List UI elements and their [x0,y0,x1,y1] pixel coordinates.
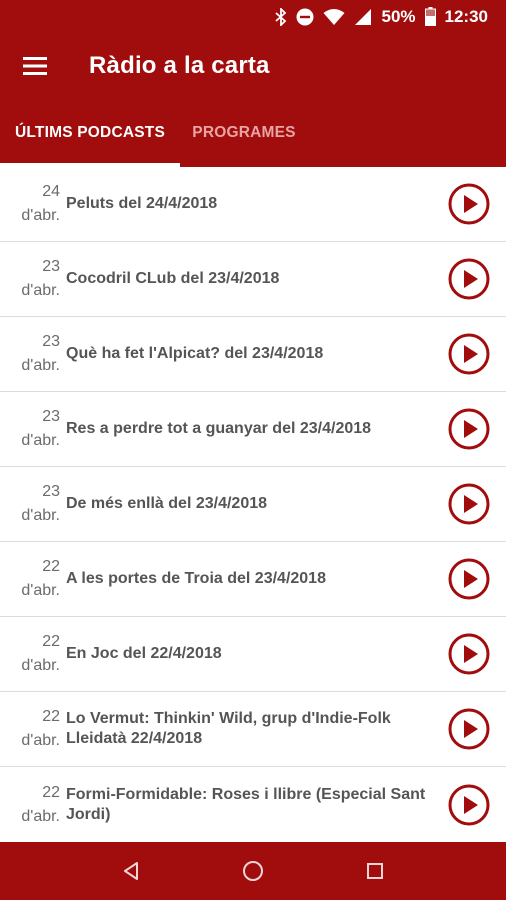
play-icon[interactable] [448,258,490,300]
episode-title: Cocodril CLub del 23/4/2018 [66,270,280,287]
episode-date: 22 d'abr. [0,781,60,829]
play-icon[interactable] [448,408,490,450]
wifi-icon [323,8,345,26]
list-item[interactable]: 22 d'abr. A les portes de Troia del 23/4… [0,542,506,617]
bluetooth-icon [275,7,287,26]
tab-ultims-podcasts[interactable]: ÚLTIMS PODCASTS [0,99,180,167]
date-day: 22 [42,708,60,725]
episode-title: Lo Vermut: Thinkin' Wild, grup d'Indie-F… [66,710,391,747]
battery-icon [424,7,436,26]
date-day: 22 [42,783,60,801]
date-month: d'abr. [21,357,60,374]
episode-date: 24 d'abr. [0,180,60,228]
episode-date: 22 d'abr. [0,705,60,753]
date-month: d'abr. [21,507,60,524]
hamburger-menu-icon[interactable] [0,33,70,99]
episode-date: 23 d'abr. [0,330,60,378]
play-icon[interactable] [448,558,490,600]
date-month: d'abr. [21,732,60,749]
date-month: d'abr. [21,807,60,825]
back-icon[interactable] [111,851,151,891]
date-day: 23 [42,333,60,350]
status-bar: 50% 12:30 [0,0,506,33]
episode-title: Formi-Formidable: Roses i llibre (Especi… [66,785,426,823]
episode-title: De més enllà del 23/4/2018 [66,495,268,512]
tab-programes[interactable]: PROGRAMES [180,99,308,167]
episode-title: Què ha fet l'Alpicat? del 23/4/2018 [66,345,324,362]
date-month: d'abr. [21,207,60,224]
date-month: d'abr. [21,282,60,299]
date-month: d'abr. [21,432,60,449]
date-day: 23 [42,408,60,425]
list-item[interactable]: 23 d'abr. Què ha fet l'Alpicat? del 23/4… [0,317,506,392]
list-item[interactable]: 23 d'abr. De més enllà del 23/4/2018 [0,467,506,542]
clock: 12:30 [444,6,488,26]
page-title: Ràdio a la carta [89,52,270,79]
play-icon[interactable] [448,183,490,225]
battery-percent: 50% [381,6,416,26]
date-day: 24 [42,183,60,200]
episode-title: Peluts del 24/4/2018 [66,195,218,212]
play-icon[interactable] [448,708,490,750]
home-icon[interactable] [233,851,273,891]
episode-date: 22 d'abr. [0,555,60,603]
episode-title: En Joc del 22/4/2018 [66,645,222,662]
do-not-disturb-icon [296,8,314,26]
date-month: d'abr. [21,582,60,599]
list-item[interactable]: 24 d'abr. Peluts del 24/4/2018 [0,167,506,242]
episode-title: A les portes de Troia del 23/4/2018 [66,570,326,587]
list-item[interactable]: 22 d'abr. Formi-Formidable: Roses i llib… [0,767,506,842]
episode-date: 23 d'abr. [0,480,60,528]
list-item[interactable]: 22 d'abr. En Joc del 22/4/2018 [0,617,506,692]
recents-icon[interactable] [355,851,395,891]
play-icon[interactable] [448,483,490,525]
tab-bar: ÚLTIMS PODCASTS PROGRAMES [0,99,506,167]
play-icon[interactable] [448,333,490,375]
date-day: 22 [42,633,60,650]
episode-date: 22 d'abr. [0,630,60,678]
play-icon[interactable] [448,633,490,675]
play-icon[interactable] [448,784,490,826]
system-nav-bar [0,842,506,900]
episode-title: Res a perdre tot a guanyar del 23/4/2018 [66,420,372,437]
date-month: d'abr. [21,657,60,674]
date-day: 23 [42,258,60,275]
list-item[interactable]: 23 d'abr. Cocodril CLub del 23/4/2018 [0,242,506,317]
list-item[interactable]: 23 d'abr. Res a perdre tot a guanyar del… [0,392,506,467]
episode-date: 23 d'abr. [0,255,60,303]
podcast-list: 24 d'abr. Peluts del 24/4/2018 23 d'abr.… [0,167,506,842]
episode-date: 23 d'abr. [0,405,60,453]
date-day: 23 [42,483,60,500]
date-day: 22 [42,558,60,575]
app-bar: Ràdio a la carta [0,33,506,99]
list-item[interactable]: 22 d'abr. Lo Vermut: Thinkin' Wild, grup… [0,692,506,767]
signal-icon [354,8,372,26]
